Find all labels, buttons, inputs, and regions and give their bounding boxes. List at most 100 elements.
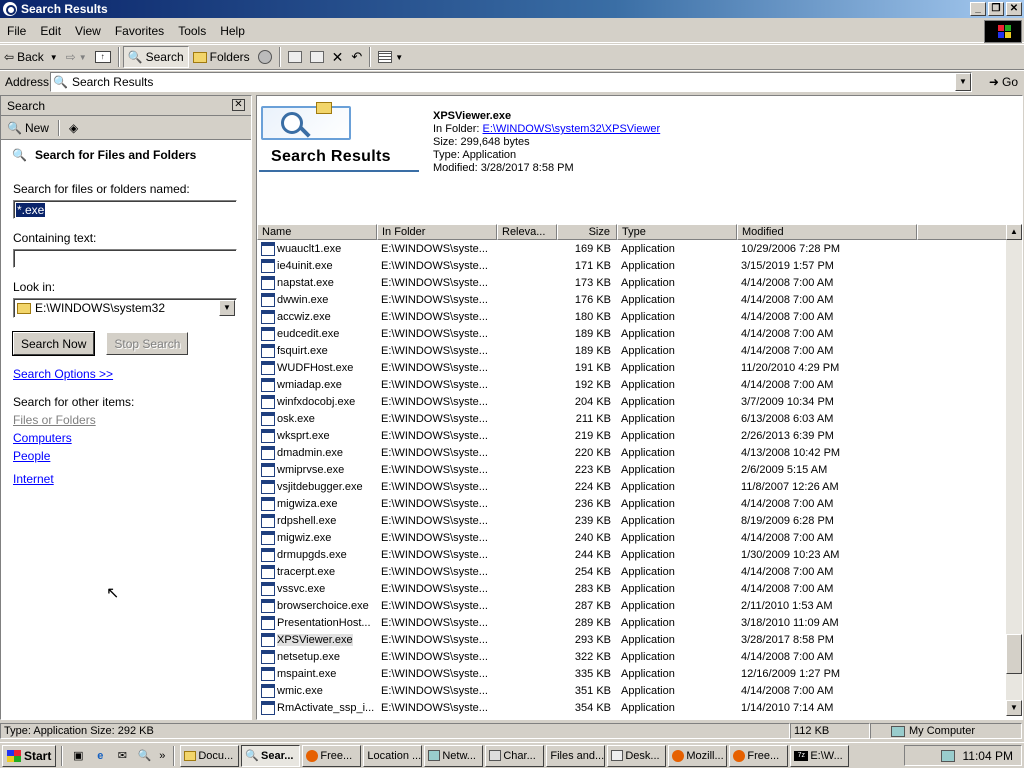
table-row[interactable]: RmActivate_ssp_i... E:\WINDOWS\syste... 35… (257, 699, 1007, 716)
table-row[interactable]: wmic.exe E:\WINDOWS\syste... 351 KB Applica… (257, 682, 1007, 699)
task-network[interactable]: Netw... (424, 744, 484, 767)
table-row[interactable]: wmiprvse.exe E:\WINDOWS\syste... 223 KB App… (257, 461, 1007, 478)
search-button[interactable]: 🔍 Search (122, 46, 189, 68)
outlook-express-icon[interactable]: ✉ (112, 746, 132, 766)
files-folders-link[interactable]: Files or Folders (13, 413, 96, 427)
column-header-modified[interactable]: Modified (737, 224, 917, 240)
table-row[interactable]: browserchoice.exe E:\WINDOWS\syste... 287 … (257, 597, 1007, 614)
task-desktop[interactable]: Desk... (607, 744, 667, 767)
column-header-relevance[interactable]: Releva... (497, 224, 557, 240)
in-folder-link[interactable]: E:\WINDOWS\system32\XPSViewer (483, 123, 661, 135)
menu-help[interactable]: Help (213, 24, 252, 38)
scroll-up-button[interactable]: ▲ (1006, 224, 1022, 240)
lookin-select[interactable]: E:\WINDOWS\system32 ▼ (13, 298, 237, 318)
undo-button[interactable]: ↶ (347, 46, 366, 68)
chevron-down-icon[interactable]: ▼ (79, 53, 87, 62)
table-row[interactable]: rdpshell.exe E:\WINDOWS\syste... 239 KB App… (257, 512, 1007, 529)
new-search-button[interactable]: 🔍 New (7, 121, 49, 135)
up-folder-button[interactable]: ↑ (91, 46, 115, 68)
address-field[interactable]: 🔍 Search Results ▼ (50, 72, 972, 92)
table-row[interactable]: drmupgds.exe E:\WINDOWS\syste... 244 KB App… (257, 546, 1007, 563)
scroll-down-button[interactable]: ▼ (1006, 700, 1022, 716)
table-row[interactable]: mspaint.exe E:\WINDOWS\syste... 335 KB Appl… (257, 665, 1007, 682)
table-row[interactable]: tracerpt.exe E:\WINDOWS\syste... 254 KB App… (257, 563, 1007, 580)
go-button[interactable]: ➜ Go (989, 72, 1018, 92)
people-link[interactable]: People (13, 449, 50, 463)
table-row[interactable]: accwiz.exe E:\WINDOWS\syste... 180 KB Appli… (257, 308, 1007, 325)
menu-view[interactable]: View (68, 24, 108, 38)
scroll-thumb[interactable] (1006, 634, 1022, 674)
start-button[interactable]: Start (2, 744, 57, 767)
copy-to-button[interactable] (306, 46, 328, 68)
table-row[interactable]: vssvc.exe E:\WINDOWS\syste... 283 KB Applic… (257, 580, 1007, 597)
task-free-2[interactable]: Free... (729, 744, 789, 767)
task-mozilla[interactable]: Mozill... (668, 744, 728, 767)
search-options-link[interactable]: Search Options >> (13, 367, 113, 381)
table-row[interactable]: wuauclt1.exe E:\WINDOWS\syste... 169 KB App… (257, 240, 1007, 257)
table-row[interactable]: wmiadap.exe E:\WINDOWS\syste... 192 KB Appl… (257, 376, 1007, 393)
address-dropdown-button[interactable]: ▼ (955, 73, 971, 91)
back-button[interactable]: ⇦ Back ▼ (0, 46, 62, 68)
more-quicklaunch-icon[interactable]: » (156, 746, 168, 766)
folders-button[interactable]: Folders (189, 46, 254, 68)
views-button[interactable]: ▼ (374, 46, 407, 68)
lookin-dropdown-button[interactable]: ▼ (219, 300, 235, 316)
menu-favorites[interactable]: Favorites (108, 24, 171, 38)
table-row[interactable]: dmadmin.exe E:\WINDOWS\syste... 220 KB Appl… (257, 444, 1007, 461)
table-row[interactable]: eudcedit.exe E:\WINDOWS\syste... 189 KB App… (257, 325, 1007, 342)
task-documents[interactable]: Docu... (180, 744, 240, 767)
table-row[interactable]: PresentationHost... E:\WINDOWS\syste... 28… (257, 614, 1007, 631)
task-charmap[interactable]: Char... (485, 744, 545, 767)
table-row[interactable]: osk.exe E:\WINDOWS\syste... 211 KB Applicat… (257, 410, 1007, 427)
close-button[interactable]: ✕ (1006, 2, 1022, 16)
table-row[interactable]: winfxdocobj.exe E:\WINDOWS\syste... 204 KB… (257, 393, 1007, 410)
column-header-size[interactable]: Size (557, 224, 617, 240)
minimize-button[interactable]: _ (970, 2, 986, 16)
column-header-name[interactable]: Name (257, 224, 377, 240)
network-tray-icon[interactable] (940, 749, 955, 762)
search-quicklaunch-icon[interactable]: 🔍 (134, 746, 154, 766)
table-row[interactable]: dwwin.exe E:\WINDOWS\syste... 176 KB Applic… (257, 291, 1007, 308)
internet-link[interactable]: Internet (13, 472, 54, 486)
close-pane-button[interactable]: ✕ (232, 99, 245, 111)
clock[interactable]: 11:04 PM (963, 749, 1013, 763)
search-window-icon[interactable] (3, 2, 17, 16)
task-7zip[interactable]: 7z E:\W... (790, 744, 850, 767)
internet-explorer-icon[interactable]: e (90, 746, 110, 766)
table-row[interactable]: ie4uinit.exe E:\WINDOWS\syste... 171 KB App… (257, 257, 1007, 274)
show-desktop-icon[interactable]: ▣ (68, 746, 88, 766)
menu-edit[interactable]: Edit (33, 24, 68, 38)
forward-button[interactable]: ⇨ ▼ (62, 46, 91, 68)
stop-search-button[interactable]: Stop Search (106, 332, 189, 355)
chevron-down-icon[interactable]: ▼ (395, 53, 403, 62)
search-now-button[interactable]: Search Now (13, 332, 95, 355)
task-search[interactable]: 🔍 Sear... (241, 744, 301, 767)
column-header-folder[interactable]: In Folder (377, 224, 497, 240)
named-input[interactable]: *.exe (13, 200, 237, 219)
move-to-button[interactable] (284, 46, 306, 68)
table-row[interactable]: fsquirt.exe E:\WINDOWS\syste... 189 KB Appl… (257, 342, 1007, 359)
eraser-icon[interactable]: ◈ (69, 121, 78, 135)
table-row[interactable]: migwiza.exe E:\WINDOWS\syste... 236 KB Appl… (257, 495, 1007, 512)
selected-file-type: Type: Application (433, 149, 517, 161)
vertical-scrollbar[interactable]: ▲ ▼ (1006, 224, 1022, 716)
chevron-down-icon[interactable]: ▼ (50, 53, 58, 62)
table-row[interactable]: vsjitdebugger.exe E:\WINDOWS\syste... 224 … (257, 478, 1007, 495)
maximize-button[interactable]: ❐ (988, 2, 1004, 16)
task-location[interactable]: Location ... (363, 744, 423, 767)
table-row[interactable]: WUDFHost.exe E:\WINDOWS\syste... 191 KB App… (257, 359, 1007, 376)
table-row[interactable]: napstat.exe E:\WINDOWS\syste... 173 KB Appl… (257, 274, 1007, 291)
delete-button[interactable]: ✕ (328, 46, 348, 68)
table-row[interactable]: migwiz.exe E:\WINDOWS\syste... 240 KB Appli… (257, 529, 1007, 546)
table-row[interactable]: netsetup.exe E:\WINDOWS\syste... 322 KB App… (257, 648, 1007, 665)
task-files-and[interactable]: Files and... (546, 744, 606, 767)
table-row[interactable]: wksprt.exe E:\WINDOWS\syste... 219 KB Appli… (257, 427, 1007, 444)
menu-file[interactable]: File (0, 24, 33, 38)
computers-link[interactable]: Computers (13, 431, 72, 445)
task-free-1[interactable]: Free... (302, 744, 362, 767)
menu-tools[interactable]: Tools (171, 24, 213, 38)
history-button[interactable] (254, 46, 276, 68)
column-header-type[interactable]: Type (617, 224, 737, 240)
table-row[interactable]: XPSViewer.exe E:\WINDOWS\syste... 293 KB Ap… (257, 631, 1007, 648)
containing-input[interactable] (13, 249, 237, 268)
